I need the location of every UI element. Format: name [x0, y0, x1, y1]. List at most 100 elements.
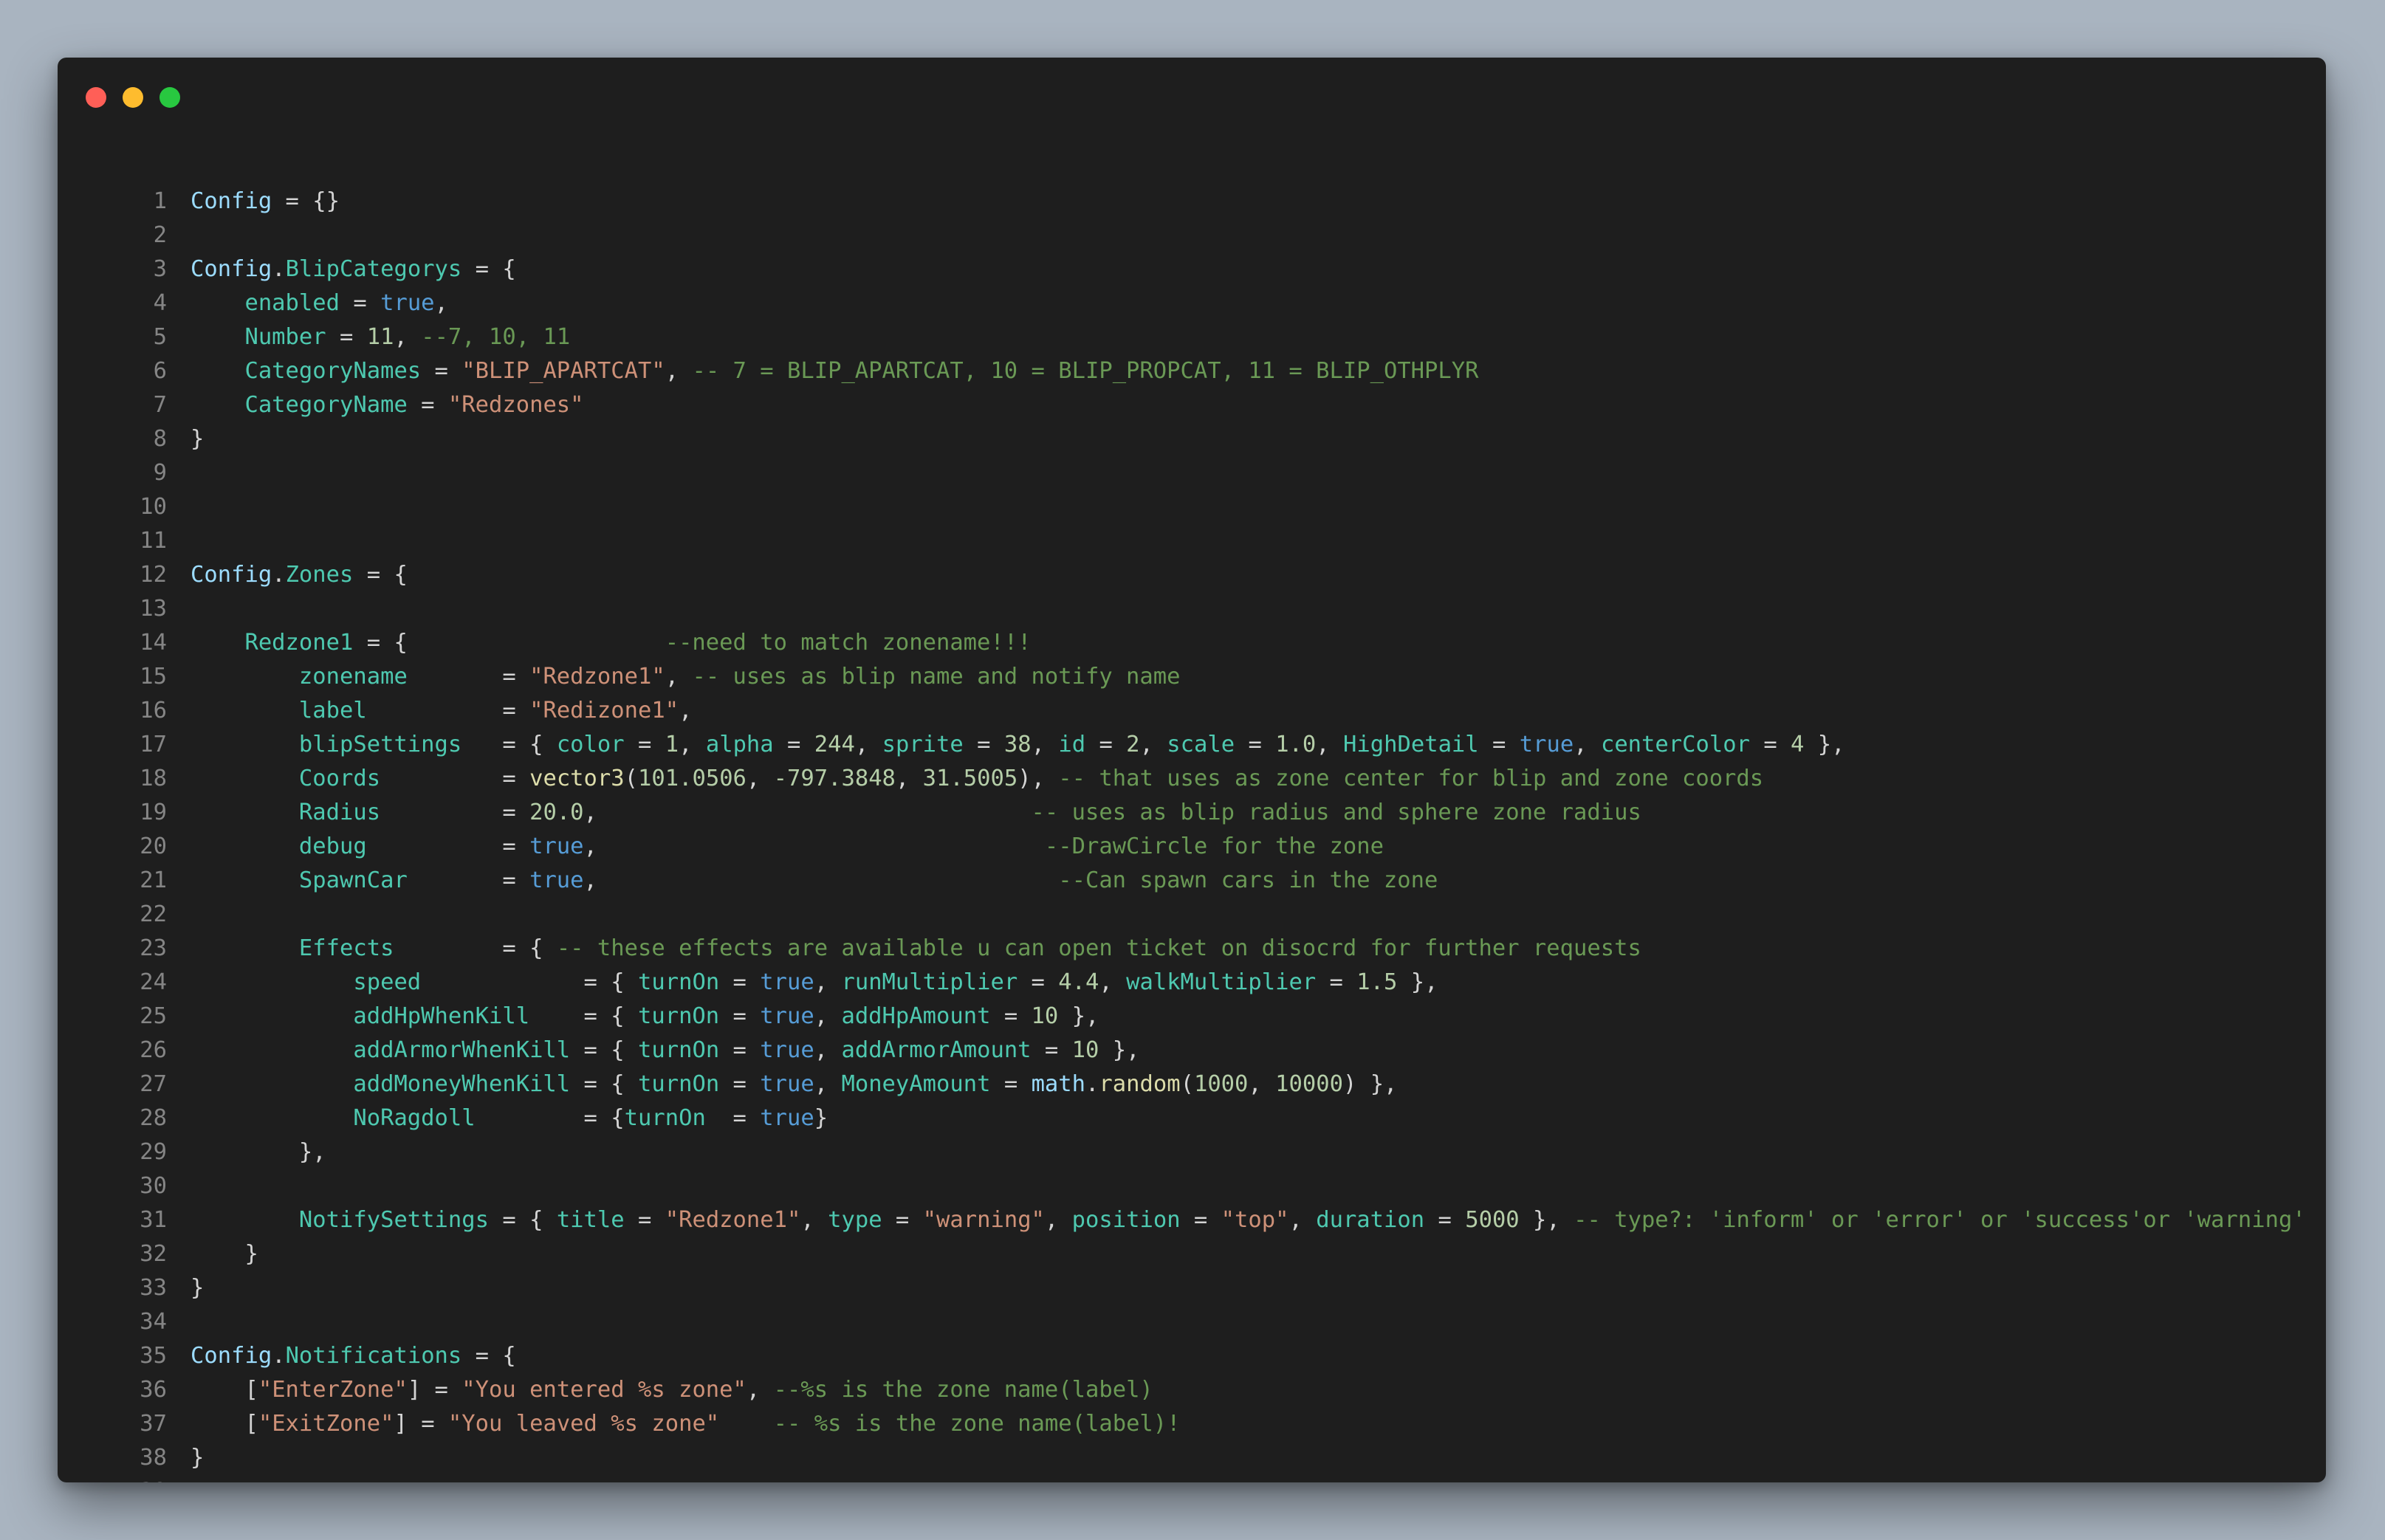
code-token: =: [366, 698, 530, 723]
code-window: 1 Config = {} 2 3 Config.BlipCategorys = {4 …: [58, 58, 2326, 1482]
code-token: true: [760, 969, 814, 995]
code-line: 26 addArmorWhenKill = { turnOn = true, a…: [58, 1034, 2326, 1068]
code-token: (: [624, 766, 639, 791]
code-token: ,: [1316, 732, 1344, 757]
code-token: "You leaved %s zone": [447, 1411, 720, 1437]
code-token: },: [1397, 969, 1438, 995]
line-number: 20: [140, 833, 167, 859]
code-token: .: [1085, 1071, 1099, 1097]
code-token: 1: [665, 732, 679, 757]
line-content: }: [191, 1271, 204, 1305]
code-token: }: [191, 426, 205, 452]
code-token: --7, 10, 11: [421, 324, 571, 350]
code-token: 2: [1126, 732, 1140, 757]
code-line: 27 addMoneyWhenKill = { turnOn = true, M…: [58, 1068, 2326, 1101]
code-token: ,: [583, 833, 1045, 859]
code-token: (: [1180, 1071, 1194, 1097]
code-token: centerColor: [1600, 732, 1750, 757]
code-token: true: [760, 1037, 814, 1063]
line-content: speed = { turnOn = true, runMultiplier =…: [191, 966, 1438, 1000]
code-token: =: [326, 324, 367, 350]
code-token: = {: [461, 732, 557, 757]
code-token: ,: [800, 1207, 828, 1233]
code-token: true: [760, 1003, 814, 1029]
code-token: title: [556, 1207, 625, 1233]
code-token: -- 7 = BLIP_APARTCAT, 10 = BLIP_PROPCAT,…: [692, 358, 1479, 384]
code-editor[interactable]: 1 Config = {} 2 3 Config.BlipCategorys = {4 …: [58, 185, 2326, 1482]
code-token: BlipCategorys: [285, 256, 462, 282]
code-token: =: [624, 1207, 665, 1233]
code-token: enabled: [244, 290, 340, 316]
code-line: 16 label = "Redizone1",: [58, 694, 2326, 728]
code-line: 30: [58, 1169, 2326, 1203]
maximize-window-button[interactable]: [159, 87, 180, 108]
code-token: Config: [191, 562, 272, 588]
code-token: 1000: [1193, 1071, 1249, 1097]
line-number: 7: [153, 392, 167, 418]
code-token: = {: [529, 1003, 638, 1029]
code-token: Notifications: [285, 1343, 462, 1369]
code-token: addArmorAmount: [841, 1037, 1032, 1063]
code-token: }: [191, 1241, 258, 1267]
line-content: addMoneyWhenKill = { turnOn = true, Mone…: [191, 1068, 1397, 1101]
line-content: CategoryName = "Redzones": [191, 388, 583, 422]
code-token: 4: [1791, 732, 1805, 757]
code-line: 10: [58, 490, 2326, 524]
code-token: ,: [1099, 969, 1127, 995]
line-number: 39: [58, 1475, 167, 1482]
code-token: HighDetail: [1343, 732, 1479, 757]
code-line: 23 Effects = { -- these effects are avai…: [58, 932, 2326, 966]
code-token: =: [366, 833, 530, 859]
code-token: true: [380, 290, 435, 316]
code-token: CategoryName: [244, 392, 408, 418]
line-number: 19: [140, 800, 167, 825]
code-token: = {}: [272, 188, 340, 214]
code-token: ,: [1288, 1207, 1317, 1233]
code-token: ,: [895, 766, 923, 791]
close-window-button[interactable]: [86, 87, 106, 108]
code-token: math: [1031, 1071, 1086, 1097]
code-token: =: [1749, 732, 1791, 757]
code-token: addMoneyWhenKill: [353, 1071, 571, 1097]
line-number: 26: [140, 1037, 167, 1063]
code-token: =: [1316, 969, 1357, 995]
code-token: "Redizone1": [529, 698, 679, 723]
code-token: --%s is the zone name(label): [773, 1377, 1153, 1403]
code-token: =: [407, 392, 448, 418]
code-line: 15 zonename = "Redzone1", -- uses as bli…: [58, 660, 2326, 694]
line-content: CategoryNames = "BLIP_APARTCAT", -- 7 = …: [191, 354, 1478, 388]
code-token: -- %s is the zone name(label)!: [773, 1411, 1181, 1437]
line-content: Radius = 20.0, -- uses as blip radius an…: [191, 796, 1641, 830]
minimize-window-button[interactable]: [123, 87, 143, 108]
code-token: Number: [244, 324, 326, 350]
code-token: }: [191, 1275, 205, 1301]
code-token: -- uses as blip name and notify name: [692, 664, 1181, 690]
code-line: 20 debug = true, --DrawCircle for the zo…: [58, 830, 2326, 864]
code-token: =: [1031, 1037, 1072, 1063]
code-token: addHpWhenKill: [353, 1003, 530, 1029]
code-line: 13: [58, 592, 2326, 626]
code-token: ,: [665, 664, 693, 690]
code-token: ] =: [394, 1411, 448, 1437]
line-content: NoRagdoll = {turnOn = true}: [191, 1101, 828, 1135]
line-number: 25: [140, 1003, 167, 1029]
code-token: -- uses as blip radius and sphere zone r…: [1031, 800, 1641, 825]
code-line: 25 addHpWhenKill = { turnOn = true, addH…: [58, 1000, 2326, 1034]
line-content: }: [191, 1441, 204, 1475]
code-token: turnOn: [637, 1003, 720, 1029]
line-number: 3: [153, 256, 167, 282]
code-token: }: [814, 1105, 828, 1131]
code-line: 34: [58, 1305, 2326, 1339]
code-token: "top": [1221, 1207, 1289, 1233]
code-token: type: [828, 1207, 882, 1233]
code-line: 24 speed = { turnOn = true, runMultiplie…: [58, 966, 2326, 1000]
line-content: blipSettings = { color = 1, alpha = 244,…: [191, 728, 1845, 762]
code-token: Config: [191, 256, 272, 282]
line-number: 32: [140, 1241, 167, 1267]
code-token: ,: [1031, 732, 1059, 757]
